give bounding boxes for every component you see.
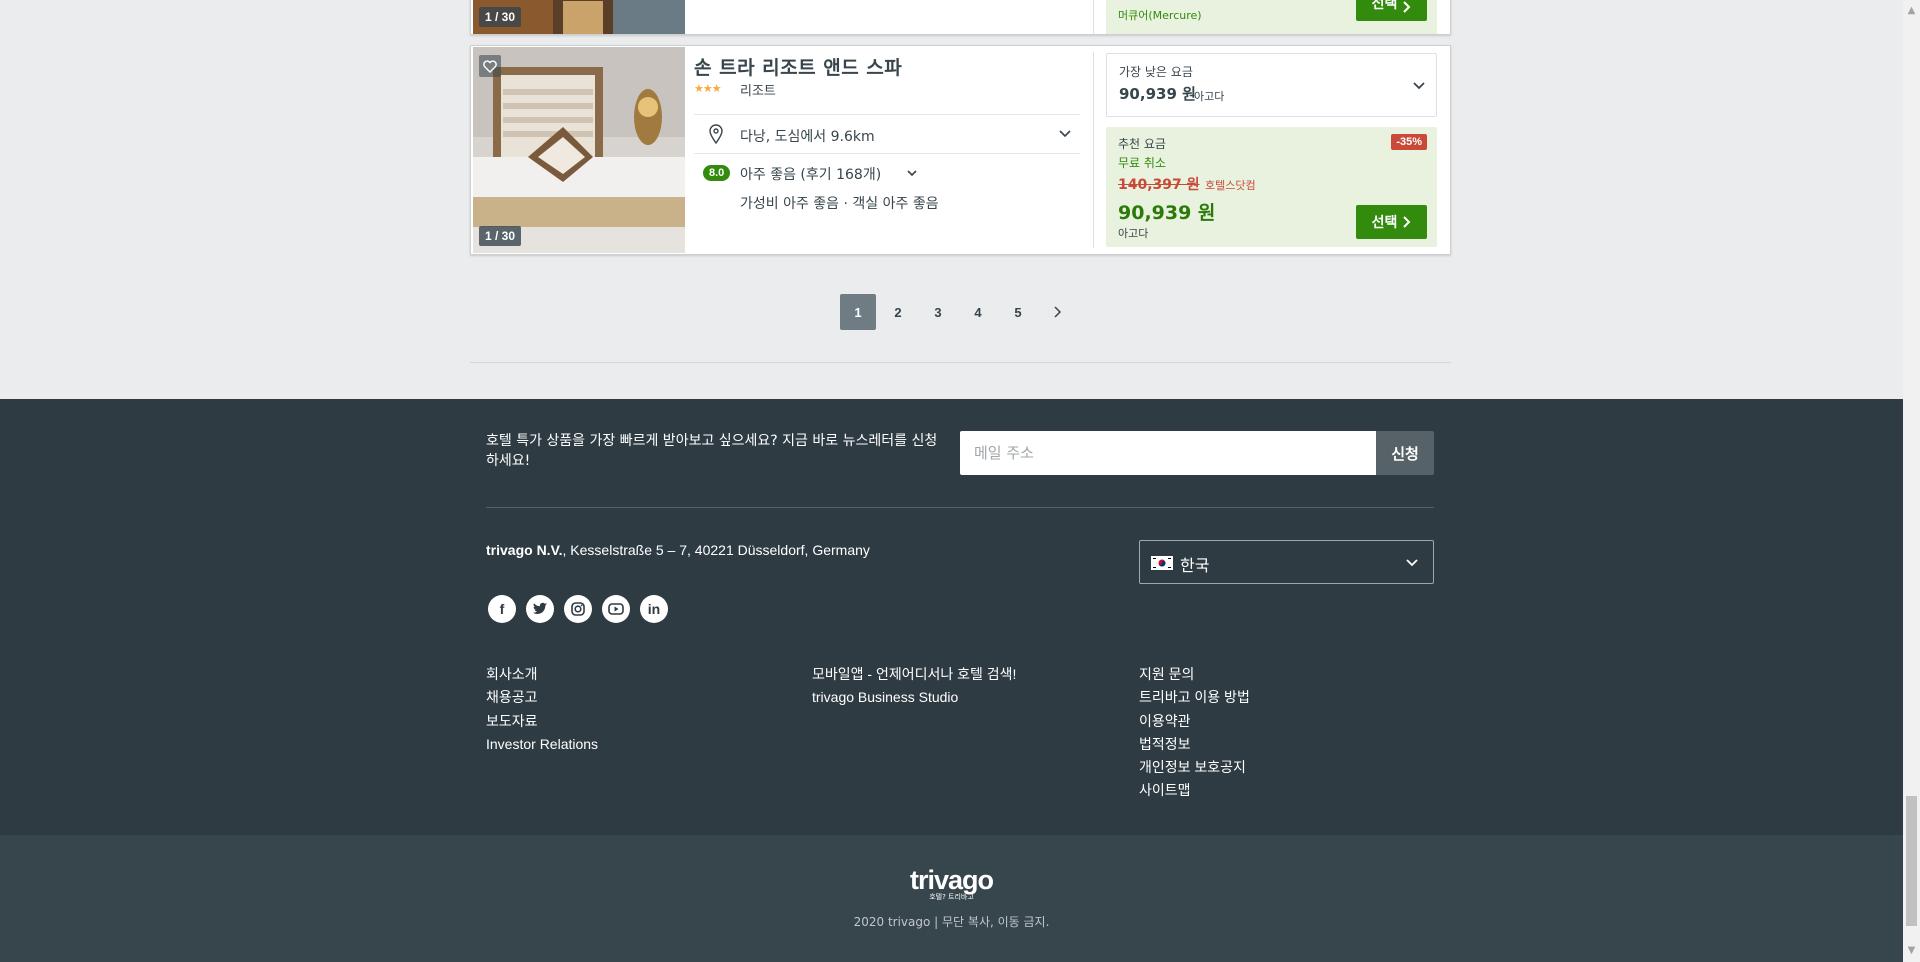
page-3-button[interactable]: 3: [920, 294, 956, 330]
hotel-type: 리조트: [740, 84, 776, 99]
rating-score-badge: 8.0: [703, 165, 731, 181]
image-counter: 1 / 30: [479, 7, 522, 27]
old-price-site: 호텔스닷컴: [1205, 179, 1256, 192]
select-button[interactable]: 선택: [1356, 0, 1427, 21]
page-4-button[interactable]: 4: [960, 294, 996, 330]
scrollbar[interactable]: ▲ ▼: [1903, 0, 1920, 962]
page-2-button[interactable]: 2: [880, 294, 916, 330]
deal-box: 머큐어(Mercure) 선택: [1106, 0, 1437, 34]
heart-icon: [483, 59, 497, 73]
location-pin-icon: [709, 124, 723, 144]
deal-site: 머큐어(Mercure): [1118, 9, 1202, 22]
lowest-price-label: 가장 낮은 요금: [1119, 65, 1193, 79]
lowest-price-value: 90,939 원: [1119, 85, 1196, 103]
select-button[interactable]: 선택: [1356, 205, 1427, 239]
social-links: f in: [488, 595, 668, 623]
scrollbar-thumb[interactable]: [1906, 796, 1917, 926]
hotel-info: 손 트라 리조트 앤드 스파 ★★★ 리조트 다낭, 도심에서 9.6km 8.…: [694, 46, 1084, 252]
language-label: 한국: [1180, 556, 1210, 575]
subscribe-button[interactable]: 신청: [1376, 431, 1434, 475]
deal-price: 90,939 원: [1118, 202, 1216, 224]
divider: [1093, 0, 1094, 34]
twitter-icon[interactable]: [526, 595, 554, 623]
chevron-down-icon[interactable]: [1058, 127, 1072, 141]
chevron-down-icon: [1406, 559, 1418, 567]
chevron-down-icon[interactable]: [906, 167, 918, 179]
image-counter: 1 / 30: [479, 226, 522, 246]
lowest-price-site: 아고다: [1194, 90, 1225, 103]
location-row[interactable]: 다낭, 도심에서 9.6km: [694, 114, 1080, 154]
chevron-right-icon: [1403, 1, 1411, 13]
favorite-button[interactable]: [479, 55, 501, 77]
footer-link[interactable]: 사이트맵: [1139, 779, 1250, 802]
chevron-right-icon: [1054, 306, 1062, 318]
youtube-icon[interactable]: [602, 595, 630, 623]
footer-link[interactable]: trivago Business Studio: [812, 686, 1016, 709]
company-address: trivago N.V., Kesselstraße 5 – 7, 40221 …: [486, 542, 870, 558]
footer-link[interactable]: 회사소개: [486, 663, 598, 686]
scroll-down-icon[interactable]: ▼: [1903, 944, 1920, 958]
footer-link[interactable]: 지원 문의: [1139, 663, 1250, 686]
footer-bottom: trivago 호텔? 트리바고 2020 trivago | 무단 복사, 이…: [0, 835, 1903, 962]
hotel-name[interactable]: 손 트라 리조트 앤드 스파: [694, 53, 902, 80]
footer: 호텔 특가 상품을 가장 빠르게 받아보고 싶으세요? 지금 바로 뉴스레터를 …: [0, 399, 1903, 835]
deal-label: 추천 요금: [1118, 137, 1166, 151]
chevron-down-icon[interactable]: [1412, 79, 1426, 93]
footer-link[interactable]: 법적정보: [1139, 733, 1250, 756]
recommended-deal-box[interactable]: 추천 요금 -35% 무료 취소 140,397 원 호텔스닷컴 90,939 …: [1106, 127, 1437, 247]
deal-site: 아고다: [1118, 227, 1149, 240]
free-cancellation: 무료 취소: [1118, 156, 1166, 170]
copyright: 2020 trivago | 무단 복사, 이동 금지.: [853, 915, 1050, 929]
hotel-image[interactable]: 1 / 30: [473, 0, 685, 34]
footer-link[interactable]: 이용약관: [1139, 710, 1250, 733]
address-text: , Kesselstraße 5 – 7, 40221 Düsseldorf, …: [562, 542, 870, 558]
next-page-button[interactable]: [1040, 294, 1076, 330]
star-rating: ★★★: [694, 82, 722, 95]
footer-links-products: 모바일앱 - 언제어디서나 호텔 검색! trivago Business St…: [812, 663, 1016, 710]
hotel-card[interactable]: 1 / 30 손 트라 리조트 앤드 스파 ★★★ 리조트 다낭, 도심에서 9…: [470, 45, 1451, 255]
sub-ratings: 가성비 아주 좋음 · 객실 아주 좋음: [740, 196, 939, 212]
select-button-label: 선택: [1371, 214, 1398, 230]
location-text: 다낭, 도심에서 9.6km: [740, 129, 875, 145]
linkedin-icon[interactable]: in: [640, 595, 668, 623]
trivago-logo[interactable]: trivago 호텔? 트리바고: [0, 865, 1903, 902]
scroll-up-icon[interactable]: ▲: [1903, 4, 1920, 18]
korea-flag-icon: [1151, 556, 1173, 570]
footer-link[interactable]: 채용공고: [486, 686, 598, 709]
language-select[interactable]: 한국: [1139, 540, 1434, 584]
hotel-card-previous[interactable]: 1 / 30 머큐어(Mercure) 선택: [470, 0, 1451, 35]
newsletter-text: 호텔 특가 상품을 가장 빠르게 받아보고 싶으세요? 지금 바로 뉴스레터를 …: [486, 433, 938, 469]
discount-badge: -35%: [1391, 134, 1427, 150]
footer-link[interactable]: 모바일앱 - 언제어디서나 호텔 검색!: [812, 663, 1016, 686]
divider: [470, 362, 1451, 363]
footer-links-support: 지원 문의 트리바고 이용 방법 이용약관 법적정보 개인정보 보호공지 사이트…: [1139, 663, 1250, 803]
facebook-icon[interactable]: f: [488, 595, 516, 623]
instagram-icon[interactable]: [564, 595, 592, 623]
chevron-right-icon: [1403, 216, 1411, 228]
footer-links-company: 회사소개 채용공고 보도자료 Investor Relations: [486, 663, 598, 756]
logo-tagline: 호텔? 트리바고: [929, 893, 974, 901]
footer-link[interactable]: 개인정보 보호공지: [1139, 756, 1250, 779]
footer-link[interactable]: Investor Relations: [486, 733, 598, 756]
divider: [486, 507, 1434, 508]
footer-link[interactable]: 보도자료: [486, 710, 598, 733]
rating-text[interactable]: 아주 좋음 (후기 168개): [740, 164, 881, 184]
divider: [1093, 52, 1094, 248]
hotel-image[interactable]: 1 / 30: [473, 47, 685, 253]
footer-link[interactable]: 트리바고 이용 방법: [1139, 686, 1250, 709]
page-1-button[interactable]: 1: [840, 294, 876, 330]
page-5-button[interactable]: 5: [1000, 294, 1036, 330]
company-name: trivago N.V.: [486, 542, 563, 558]
select-button-label: 선택: [1371, 0, 1398, 12]
lowest-price-box[interactable]: 가장 낮은 요금 90,939 원 아고다: [1106, 53, 1437, 117]
email-field[interactable]: [960, 431, 1376, 475]
pagination: 1 2 3 4 5: [840, 294, 1076, 330]
old-price: 140,397 원: [1118, 177, 1200, 193]
